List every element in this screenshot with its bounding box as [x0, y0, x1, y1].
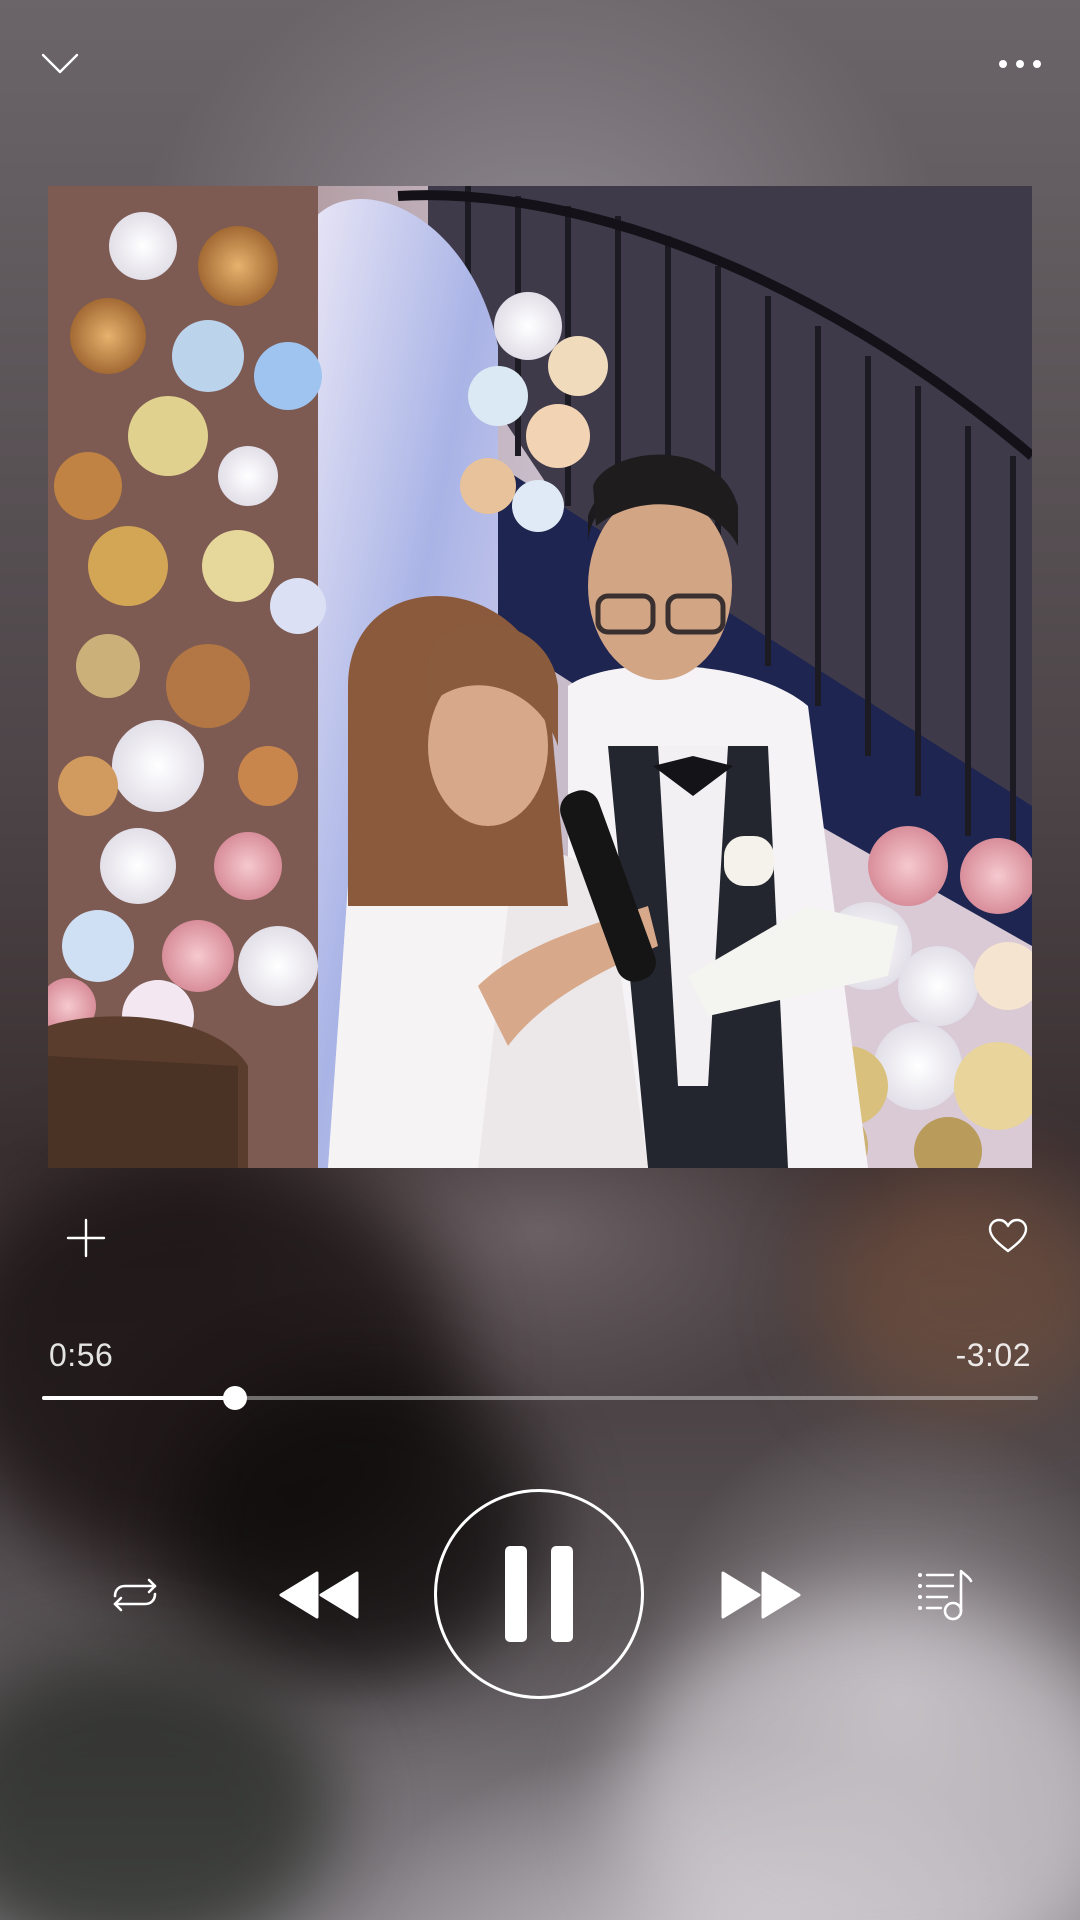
- rewind-icon: [279, 1571, 359, 1619]
- plus-icon: [66, 1218, 106, 1258]
- heart-icon: [988, 1218, 1028, 1253]
- progress-thumb[interactable]: [222, 1386, 247, 1410]
- artwork-photo: [48, 186, 1032, 1168]
- chevron-down-icon: [41, 53, 79, 74]
- next-button[interactable]: [716, 1560, 806, 1630]
- more-options-button[interactable]: [990, 34, 1050, 94]
- pause-button[interactable]: [434, 1489, 644, 1699]
- add-to-library-button[interactable]: [56, 1208, 116, 1268]
- repeat-button[interactable]: [100, 1560, 170, 1630]
- more-icon: [999, 60, 1041, 68]
- album-artwork: [48, 186, 1032, 1168]
- progress-fill: [42, 1396, 235, 1400]
- like-button[interactable]: [978, 1206, 1038, 1266]
- remaining-time: -3:02: [955, 1337, 1031, 1373]
- repeat-icon: [113, 1578, 157, 1612]
- progress-slider[interactable]: [42, 1386, 1038, 1410]
- playlist-icon: [918, 1569, 973, 1621]
- fast-forward-icon: [721, 1571, 801, 1619]
- collapse-button[interactable]: [30, 34, 90, 94]
- queue-button[interactable]: [910, 1560, 980, 1630]
- previous-button[interactable]: [274, 1560, 364, 1630]
- elapsed-time: 0:56: [49, 1337, 114, 1373]
- pause-icon: [505, 1546, 573, 1642]
